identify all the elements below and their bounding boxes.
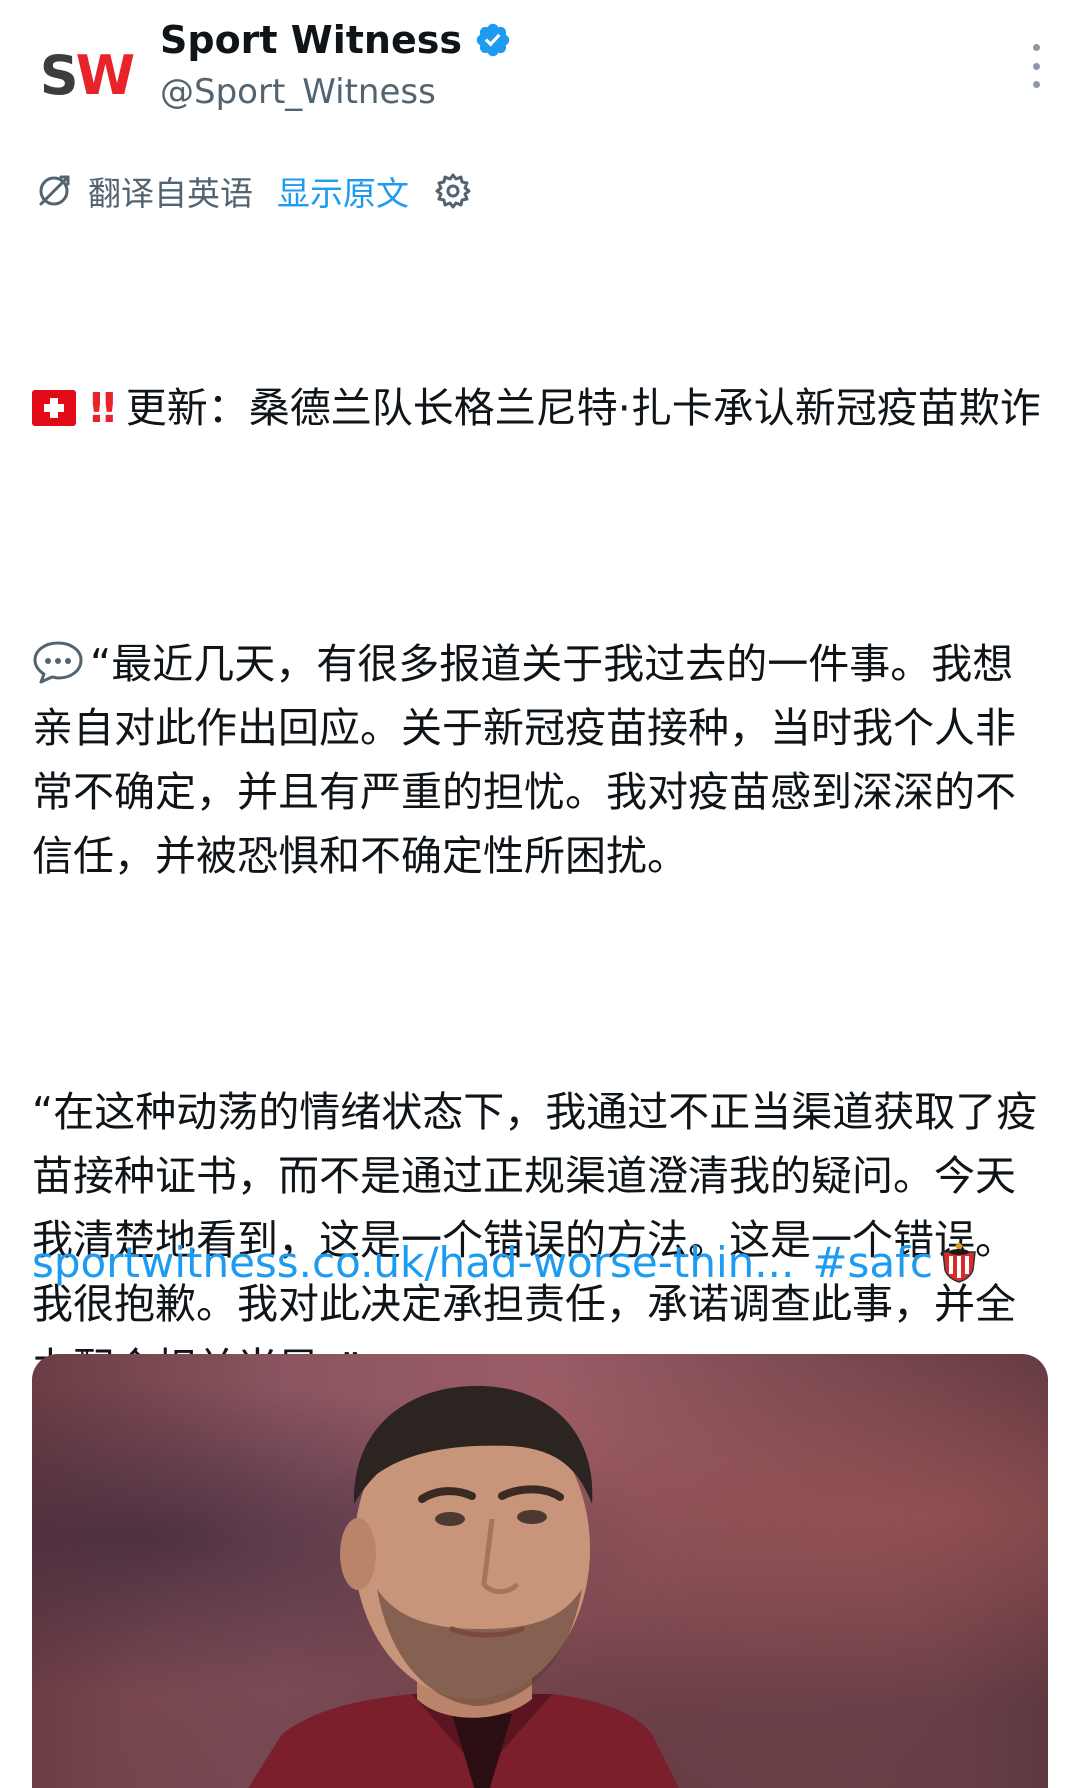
translate-icon [39,175,70,206]
hashtag-safc[interactable]: #safc [812,1238,933,1287]
article-link[interactable]: sportwitness.co.uk/had-worse-thin... [32,1238,794,1287]
tweet-media-image[interactable] [32,1354,1048,1788]
author-name-row[interactable]: Sport Witness [160,14,512,66]
tweet-text: ‼ 更新：桑德兰队长格兰尼特·扎卡承认新冠疫苗欺诈 “最近几天，有很多报道关于我过… [32,248,1042,1528]
logo-letter-s: S [39,44,79,107]
verified-badge-icon [476,23,510,57]
double-exclamation-icon: ‼ [90,384,116,432]
more-vertical-icon [1032,44,1040,51]
quote-paragraph-1: “最近几天，有很多报道关于我过去的一件事。我想亲自对此作出回应。关于新冠疫苗接种… [32,632,1042,888]
headline-text: 更新：桑德兰队长格兰尼特·扎卡承认新冠疫苗欺诈 [125,384,1041,432]
sport-witness-logo: SW [40,49,135,103]
settings-gear-icon[interactable] [433,171,473,211]
sunderland-crest-icon [942,1242,976,1283]
speech-bubble-icon [33,641,83,684]
swiss-flag-icon [32,390,76,426]
quote-text-1: “最近几天，有很多报道关于我过去的一件事。我想亲自对此作出回应。关于新冠疫苗接种… [32,640,1016,880]
show-original-link[interactable]: 显示原文 [277,167,409,215]
player-photo [248,1385,679,1788]
translation-bar: 翻译自英语 显示原文 [34,166,473,216]
tweet-page: SW Sport Witness @Sport_Witness 翻译自英语 显示… [0,0,1080,1788]
user-handle[interactable]: @Sport_Witness [160,72,436,112]
headline-paragraph: ‼ 更新：桑德兰队长格兰尼特·扎卡承认新冠疫苗欺诈 [32,376,1042,440]
tweet-links: sportwitness.co.uk/had-worse-thin... #sa… [32,1232,981,1292]
display-name[interactable]: Sport Witness [160,18,462,62]
logo-letter-w: W [75,44,136,107]
avatar[interactable]: SW [36,26,136,126]
more-options-button[interactable] [1026,44,1046,88]
translated-from-label: 翻译自英语 [88,174,253,213]
more-dot [1032,62,1040,70]
more-dot [1032,81,1040,88]
